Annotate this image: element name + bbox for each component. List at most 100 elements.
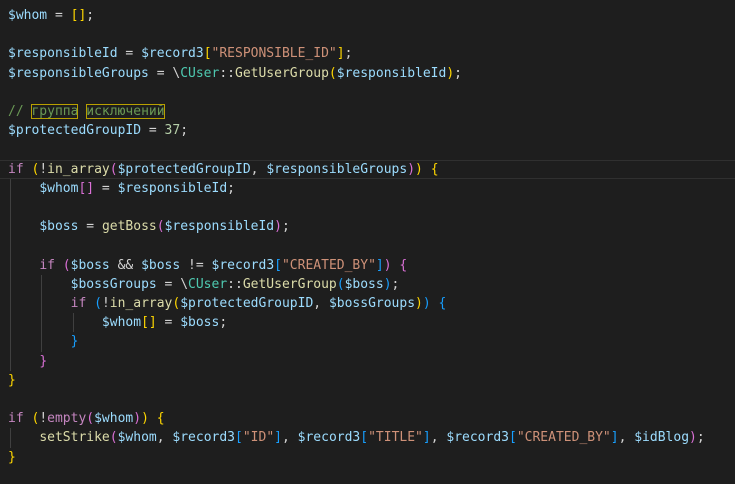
code-line[interactable]: $responsibleId = $record3["RESPONSIBLE_I… (8, 44, 352, 63)
code-function: getBoss (101, 219, 157, 235)
code-line[interactable]: } (8, 352, 47, 371)
code-bracket: [] (78, 180, 95, 196)
code-bracket: [ (509, 430, 517, 446)
code-text: = \ (148, 65, 181, 81)
code-text: = (141, 123, 165, 139)
code-line[interactable]: if (!empty($whom)) { (8, 409, 165, 428)
code-text: = (156, 315, 181, 331)
code-comment-highlight: исключений (86, 104, 165, 119)
code-variable: $protectedGroupID (180, 296, 314, 311)
code-text: ! (101, 296, 110, 311)
code-variable: $whom (8, 8, 48, 23)
code-keyword: empty (47, 411, 87, 427)
code-variable: $boss (70, 257, 110, 273)
code-keyword: if (8, 161, 24, 177)
code-variable: $idBlog (634, 430, 690, 446)
code-bracket: [ (360, 430, 369, 446)
indent-guide (41, 274, 43, 352)
code-bracket: } (8, 372, 16, 388)
code-bracket: ] (610, 430, 619, 446)
code-text: ! (39, 161, 48, 177)
code-variable: $boss (344, 276, 384, 292)
code-bracket: [ (203, 46, 212, 62)
code-variable: $boss (141, 257, 181, 273)
code-bracket: ( (328, 65, 337, 81)
code-bracket: ] (375, 257, 384, 273)
code-text: ! (39, 411, 48, 427)
code-line[interactable]: } (8, 371, 16, 390)
code-bracket: ) (689, 430, 697, 446)
code-variable: $whom (39, 180, 79, 196)
code-text: ; (454, 65, 462, 81)
code-text: :: (227, 276, 243, 292)
code-variable: $whom (101, 315, 142, 331)
code-bracket: { (156, 411, 165, 427)
code-variable: $boss (180, 315, 220, 331)
code-bracket: ( (109, 161, 118, 177)
code-text: , (156, 430, 173, 446)
code-string: "TITLE" (368, 430, 423, 446)
code-keyword: if (70, 296, 87, 311)
code-bracket: ] (274, 430, 282, 446)
code-bracket: } (8, 449, 16, 465)
code-text: :: (219, 65, 235, 81)
code-text: ; (391, 276, 400, 292)
code-function: in_array (47, 161, 110, 177)
code-text: ; (281, 219, 290, 235)
code-variable: $whom (117, 430, 157, 446)
code-function: GetUserGroup (242, 276, 337, 292)
code-line[interactable]: } (8, 448, 16, 467)
code-line[interactable]: $protectedGroupID = 37; (8, 121, 188, 140)
code-text: , (430, 430, 447, 446)
code-line-current[interactable]: if (!in_array($protectedGroupID, $respon… (0, 159, 735, 179)
code-line[interactable]: } (8, 332, 79, 351)
code-line[interactable]: $responsibleGroups = \CUser::GetUserGrou… (8, 64, 462, 83)
code-bracket: ) (415, 161, 423, 177)
code-class: CUser (180, 65, 220, 81)
code-function: in_array (109, 296, 173, 311)
code-bracket: { (399, 257, 408, 273)
code-function: GetUserGroup (235, 65, 329, 81)
code-text: ; (219, 315, 228, 331)
code-line[interactable]: // группа исключений (8, 102, 165, 121)
code-bracket: ) (407, 161, 416, 177)
code-comment-highlight: группа (31, 104, 79, 119)
code-variable: $protectedGroupID (117, 161, 251, 177)
code-line[interactable]: $boss = getBoss($responsibleId); (8, 217, 290, 236)
code-variable: $record3 (446, 430, 509, 446)
code-line[interactable]: $whom[] = $responsibleId; (8, 179, 235, 198)
code-variable: $record3 (211, 257, 275, 273)
code-variable: $record3 (172, 430, 236, 446)
indent-guide (72, 313, 74, 333)
code-class: CUser (188, 276, 228, 292)
code-line[interactable]: $bossGroups = \CUser::GetUserGroup($boss… (8, 275, 400, 294)
code-bracket: ] (422, 430, 431, 446)
code-line[interactable]: $whom = []; (8, 6, 94, 25)
code-editor[interactable]: $whom = []; $responsibleId = $record3["RE… (0, 0, 735, 484)
code-bracket: ) (274, 219, 282, 235)
code-bracket: [] (141, 315, 157, 331)
code-line[interactable]: if ($boss && $boss != $record3["CREATED_… (8, 256, 407, 275)
code-bracket: { (430, 161, 439, 177)
code-comment: // (8, 104, 32, 119)
indent-guide (10, 428, 11, 448)
code-bracket: ( (109, 430, 118, 446)
code-variable: $responsibleId (8, 46, 118, 62)
code-bracket: } (39, 353, 48, 369)
code-keyword: if (39, 257, 55, 273)
code-text: && (109, 257, 142, 273)
code-bracket: ) (141, 411, 149, 427)
code-line[interactable]: setStrike($whom, $record3["ID"], $record… (8, 428, 704, 447)
code-variable: $responsibleGroups (266, 161, 408, 177)
code-bracket: ( (336, 276, 345, 292)
code-variable: $responsibleGroups (8, 65, 149, 81)
code-line[interactable]: if (!in_array($protectedGroupID, $bossGr… (8, 294, 447, 313)
